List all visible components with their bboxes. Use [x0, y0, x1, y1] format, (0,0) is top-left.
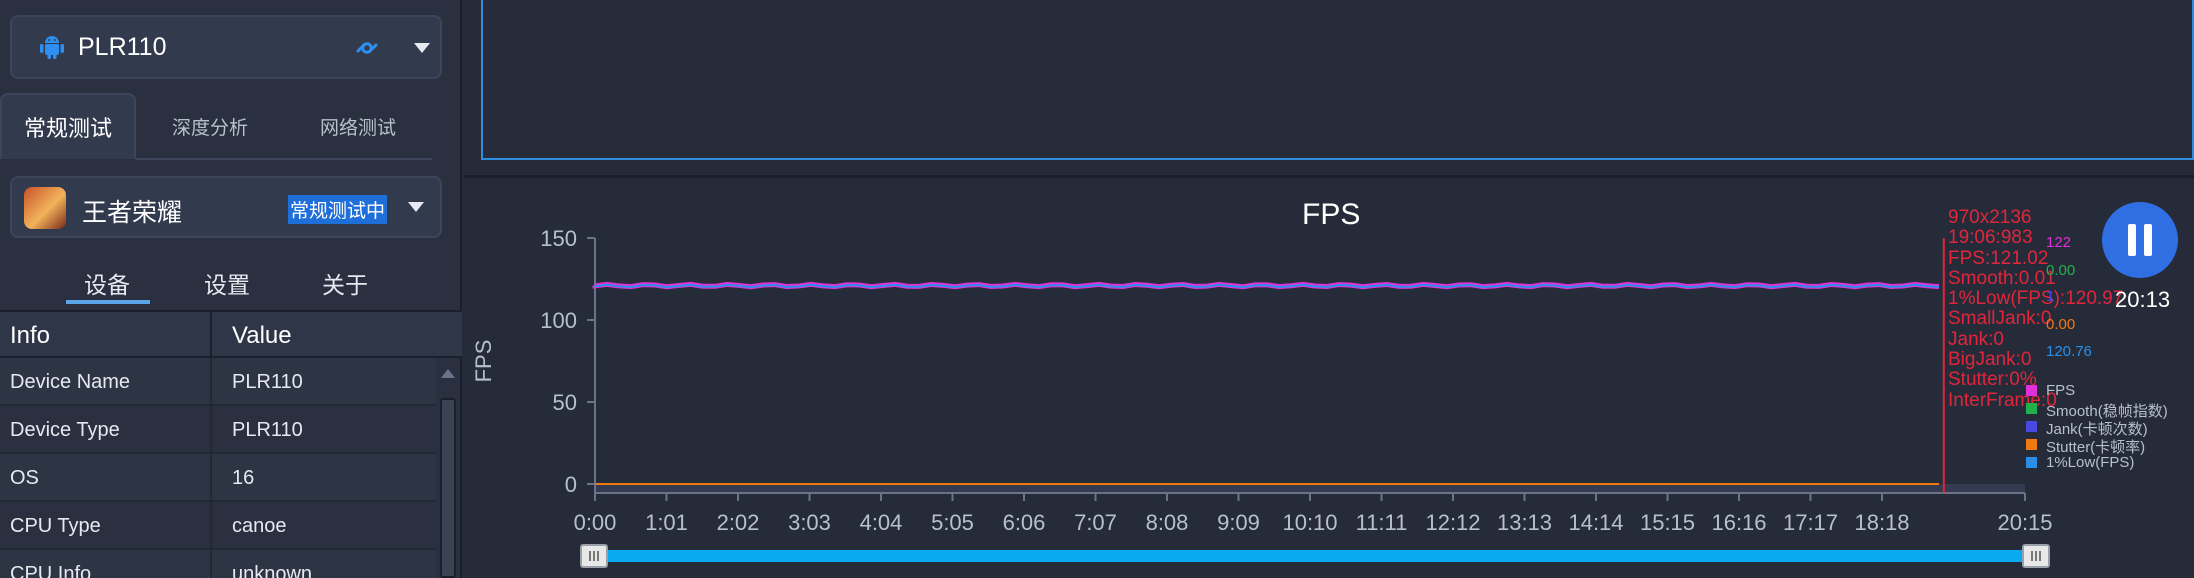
game-selector[interactable]: 王者荣耀 常规测试中 — [10, 176, 442, 238]
row-key: Device Type — [10, 419, 120, 441]
subtab-about[interactable]: 关于 — [322, 266, 368, 300]
app-root: PLR110 常规测试 深度分析 网络测试 王者荣耀 常规测试中 设备 设置 关… — [0, 0, 2194, 578]
legend-swatch — [2026, 421, 2037, 432]
chevron-down-icon[interactable] — [408, 202, 424, 212]
chevron-down-icon[interactable] — [414, 43, 430, 53]
table-row[interactable]: OS 16 — [0, 454, 436, 502]
legend-swatch — [2026, 385, 2037, 396]
legend-swatch — [2026, 439, 2037, 450]
row-value: PLR110 — [232, 371, 303, 393]
cursor-value-label: 120.76 — [2046, 343, 2092, 360]
column-header-info: Info — [10, 322, 51, 349]
row-key: OS — [10, 467, 39, 489]
cursor-value-label: 0.00 — [2046, 316, 2076, 333]
cursor-info-line: Smooth:0.01 — [1948, 267, 2056, 289]
test-mode-tabs: 常规测试 深度分析 网络测试 — [0, 93, 462, 159]
y-axis-label: FPS — [471, 339, 496, 383]
tab-network-test[interactable]: 网络测试 — [284, 93, 432, 159]
row-value: 16 — [232, 467, 255, 489]
table-row[interactable]: Device Name PLR110 — [0, 358, 436, 406]
subtab-device[interactable]: 设备 — [84, 266, 130, 300]
cursor-readout: 970x2136 19:06:983 FPS:121.02 Smooth:0.01 1%… — [1948, 207, 2124, 411]
elapsed-time: 20:13 — [2115, 287, 2171, 312]
chart-title: FPS — [1302, 198, 1361, 231]
cursor-info-line: 1%Low(FPS):120.97 — [1948, 288, 2124, 310]
cursor-value-label: 122 — [2046, 234, 2072, 251]
device-selector[interactable]: PLR110 — [10, 15, 442, 79]
subtab-active-indicator — [66, 300, 150, 304]
tabs-divider — [136, 158, 432, 160]
table-row[interactable]: CPU Info unknown — [0, 550, 436, 578]
connection-link-icon[interactable] — [352, 35, 382, 66]
table-header: Info Value — [0, 310, 462, 360]
range-start-handle[interactable] — [580, 544, 608, 568]
device-info-table: Info Value Device Name PLR110 Device Typ… — [0, 310, 462, 578]
legend-label[interactable]: 1%Low(FPS) — [2046, 454, 2134, 471]
subtab-settings[interactable]: 设置 — [204, 266, 250, 300]
row-key: CPU Type — [10, 515, 101, 537]
game-name: 王者荣耀 — [82, 199, 183, 227]
legend-swatch — [2026, 457, 2037, 468]
game-app-icon — [24, 187, 66, 229]
timeline-range-slider[interactable] — [600, 550, 2030, 562]
table-scrollbar[interactable] — [440, 398, 456, 578]
tab-deep-analysis[interactable]: 深度分析 — [136, 93, 284, 159]
cursor-info-line: 970x2136 — [1948, 207, 2032, 228]
legend-swatch — [2026, 403, 2037, 414]
cursor-info-line: BigJank:0 — [1948, 349, 2032, 371]
range-end-handle[interactable] — [2022, 544, 2050, 568]
top-chart-panel — [481, 0, 2194, 160]
row-key: Device Name — [10, 371, 131, 393]
row-value: canoe — [232, 515, 287, 537]
tab-regular-test[interactable]: 常规测试 — [0, 93, 136, 159]
legend-label[interactable]: FPS — [2046, 382, 2075, 399]
column-header-value: Value — [232, 322, 292, 349]
table-row[interactable]: CPU Type canoe — [0, 502, 436, 550]
cursor-info-line: SmallJank:0 — [1948, 308, 2052, 330]
table-row[interactable]: Device Type PLR110 — [0, 406, 436, 454]
cursor-info-line: FPS:121.02 — [1948, 247, 2049, 269]
row-value: unknown — [232, 563, 313, 578]
android-icon — [40, 34, 64, 60]
device-name: PLR110 — [78, 32, 167, 61]
fps-chart-area: FPS FPS — [464, 178, 2194, 578]
cursor-value-label: 1 — [2046, 288, 2055, 305]
pause-icon — [2128, 224, 2136, 256]
cursor-value-label: 0.00 — [2046, 262, 2076, 279]
row-value: PLR110 — [232, 419, 303, 441]
test-status-badge: 常规测试中 — [288, 195, 388, 224]
cursor-info-line: 19:06:983 — [1948, 227, 2033, 249]
scroll-up-arrow-icon[interactable] — [441, 369, 455, 378]
cursor-info-line: Jank:0 — [1948, 328, 2004, 350]
row-key: CPU Info — [10, 563, 92, 578]
left-panel: PLR110 常规测试 深度分析 网络测试 王者荣耀 常规测试中 设备 设置 关… — [0, 0, 462, 578]
pause-button[interactable] — [2102, 202, 2178, 278]
